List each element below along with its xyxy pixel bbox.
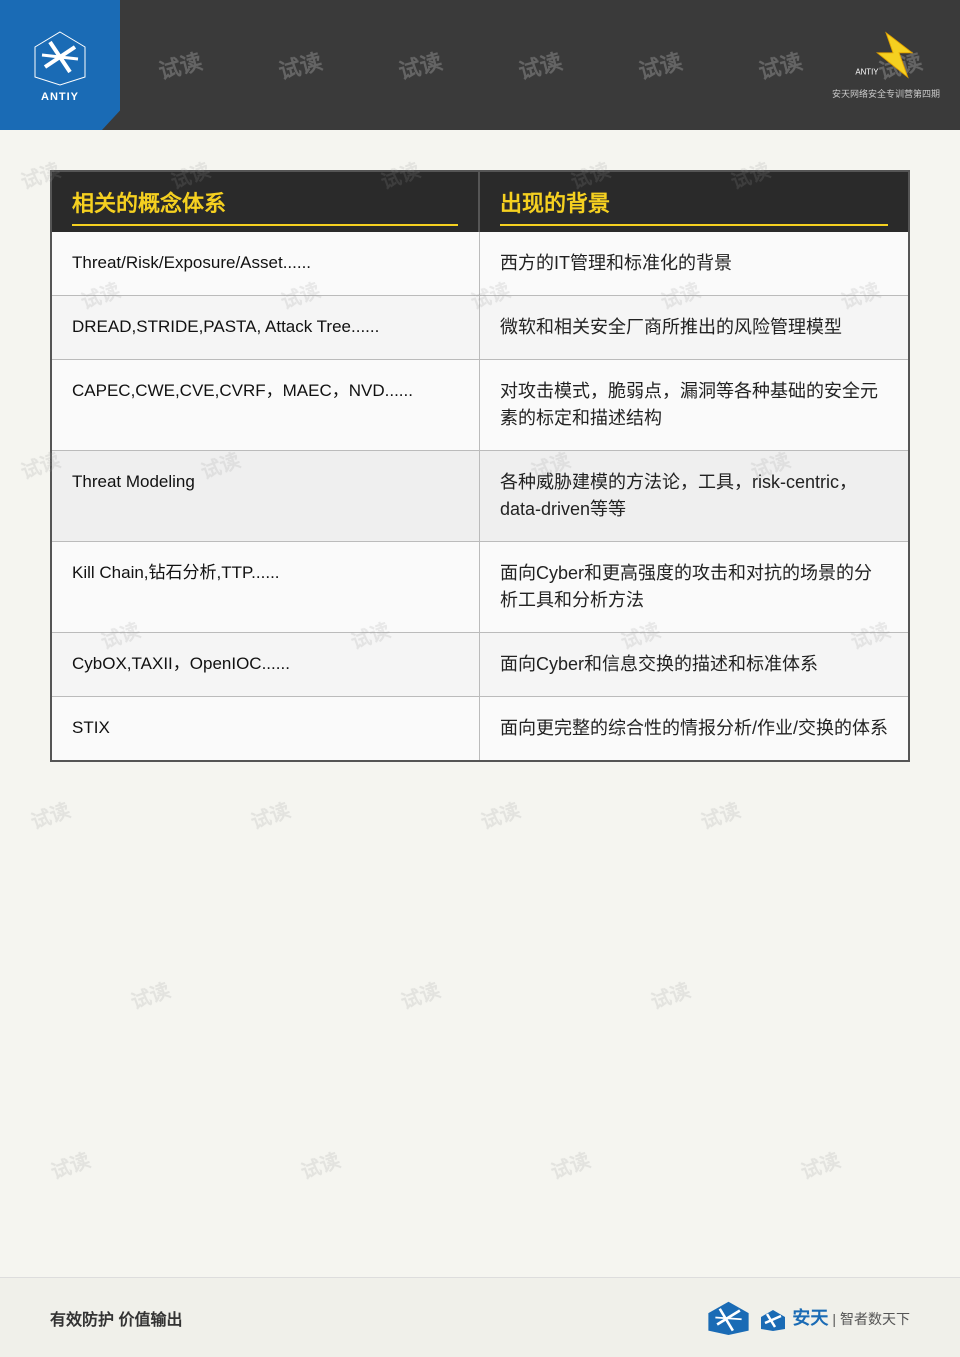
watermark-25: 试读 [46, 1144, 94, 1185]
footer-brand-name: 安天 [759, 1304, 828, 1330]
wm-h3: 试读 [395, 44, 446, 86]
footer: 有效防护 价值输出 安天 [0, 1277, 960, 1357]
table-row-right-1: 微软和相关安全厂商所推出的风险管理模型 [480, 296, 908, 360]
main-table: 相关的概念体系 出现的背景 Threat/Risk/Exposure/Asset… [50, 170, 910, 762]
main-content: 相关的概念体系 出现的背景 Threat/Risk/Exposure/Asset… [0, 130, 960, 802]
col1-header: 相关的概念体系 [52, 172, 480, 232]
footer-text-group: 安天 | 智者数天下 [759, 1304, 910, 1330]
watermark-24: 试读 [646, 974, 694, 1015]
table-row-left-5: CybOX,TAXII，OpenIOC...... [52, 633, 480, 697]
table-row-left-1: DREAD,STRIDE,PASTA, Attack Tree...... [52, 296, 480, 360]
header: ANTIY 试读 试读 试读 试读 试读 试读 试读 ANTIY 安天网络安全专… [0, 0, 960, 130]
table-row-left-4: Kill Chain,钻石分析,TTP...... [52, 542, 480, 633]
header-brand: ANTIY 安天网络安全专训营第四期 [832, 30, 940, 100]
footer-tagline: 有效防护 价值输出 [50, 1306, 182, 1330]
footer-logo-icon [706, 1300, 751, 1335]
col2-header-text: 出现的背景 [500, 191, 610, 216]
brand-logo-icon: ANTIY [851, 30, 921, 80]
footer-brand: 安天 | 智者数天下 [706, 1300, 910, 1335]
logo-box: ANTIY [0, 0, 120, 130]
table-row-left-2: CAPEC,CWE,CVE,CVRF，MAEC，NVD...... [52, 360, 480, 451]
table-row-left-6: STIX [52, 697, 480, 760]
table-body: Threat/Risk/Exposure/Asset......西方的IT管理和… [52, 232, 908, 760]
table-header: 相关的概念体系 出现的背景 [52, 172, 908, 232]
col2-underline [500, 224, 888, 226]
table-row-left-0: Threat/Risk/Exposure/Asset...... [52, 232, 480, 296]
footer-logo-group: 安天 | 智者数天下 [706, 1300, 910, 1335]
table-row-right-2: 对攻击模式，脆弱点，漏洞等各种基础的安全元素的标定和描述结构 [480, 360, 908, 451]
brand-subtitle: 安天网络安全专训营第四期 [832, 87, 940, 100]
col1-underline [72, 224, 458, 226]
table-row-right-4: 面向Cyber和更高强度的攻击和对抗的场景的分析工具和分析方法 [480, 542, 908, 633]
wm-h6: 试读 [755, 44, 806, 86]
table-row-right-0: 西方的IT管理和标准化的背景 [480, 232, 908, 296]
watermark-28: 试读 [796, 1144, 844, 1185]
wm-h2: 试读 [275, 44, 326, 86]
table-row-right-6: 面向更完整的综合性的情报分析/作业/交换的体系 [480, 697, 908, 760]
logo-label: ANTIY [41, 91, 79, 103]
svg-text:ANTIY: ANTIY [855, 68, 879, 77]
watermark-23: 试读 [396, 974, 444, 1015]
table-row-left-3: Threat Modeling [52, 451, 480, 542]
wm-h4: 试读 [515, 44, 566, 86]
watermark-22: 试读 [126, 974, 174, 1015]
watermark-26: 试读 [296, 1144, 344, 1185]
table-row-right-5: 面向Cyber和信息交换的描述和标准体系 [480, 633, 908, 697]
footer-brand-sub: 智者数天下 [840, 1309, 910, 1329]
watermark-27: 试读 [546, 1144, 594, 1185]
col2-header: 出现的背景 [480, 172, 908, 232]
table-row-right-3: 各种威胁建模的方法论，工具，risk-centric，data-driven等等 [480, 451, 908, 542]
col1-header-text: 相关的概念体系 [72, 191, 226, 216]
wm-h1: 试读 [155, 44, 206, 86]
logo-icon [30, 27, 90, 87]
wm-h5: 试读 [635, 44, 686, 86]
